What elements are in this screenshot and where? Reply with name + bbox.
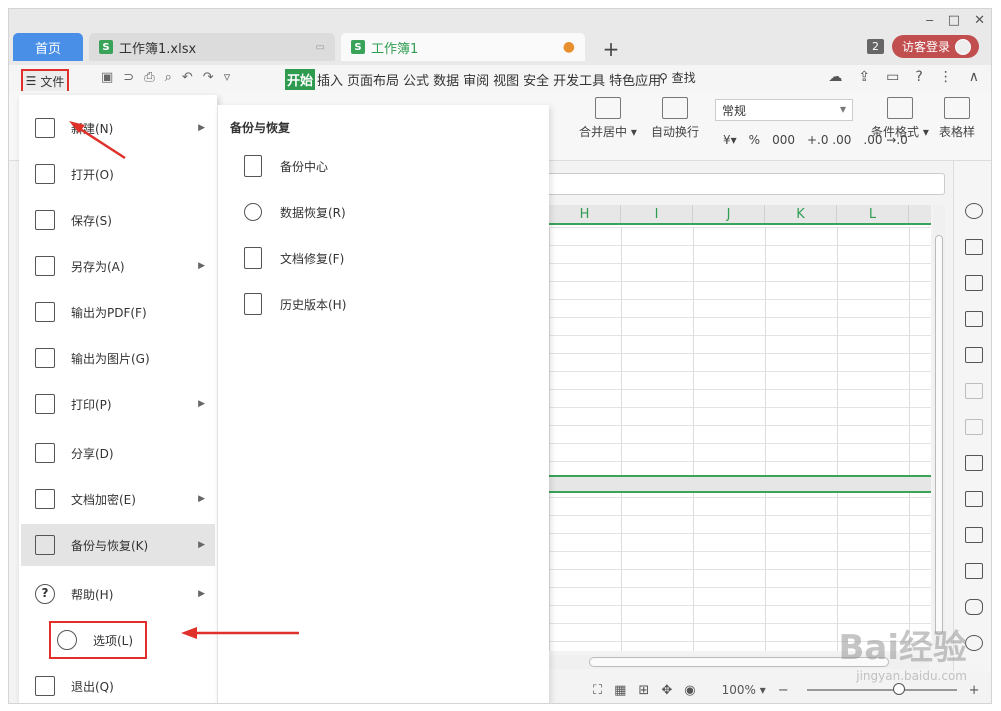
arrow-to-options-head (181, 627, 197, 639)
annotation-overlay (69, 121, 299, 639)
arrow-to-new (76, 125, 126, 160)
app-window: ‒ □ ✕ 首页 S 工作簿1.xlsx ▭ S 工作簿1 ● + 2 访客登录… (8, 8, 992, 704)
